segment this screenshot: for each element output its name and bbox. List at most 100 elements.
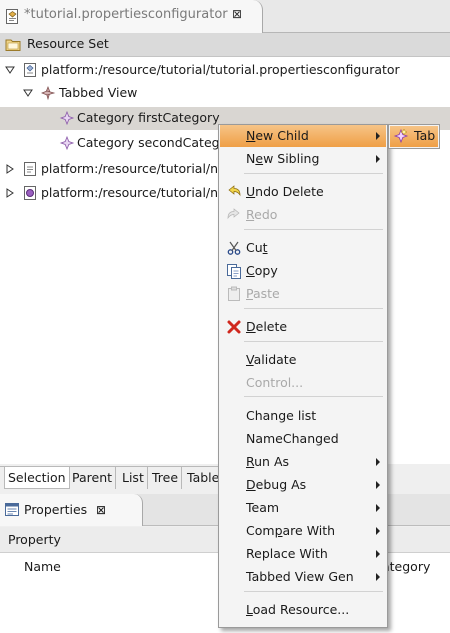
menu-separator <box>244 173 383 174</box>
menu-item-label: Paste <box>246 286 280 301</box>
cut-icon <box>226 240 242 256</box>
category-icon <box>59 110 75 126</box>
menu-item-label: Validate <box>246 352 297 367</box>
properties-tab[interactable]: Properties ⊠ <box>0 494 143 526</box>
property-value[interactable]: ategory <box>382 559 430 574</box>
property-name: Name <box>24 559 61 574</box>
menu-item-label: Undo Delete <box>246 184 324 199</box>
menu-item-label: Redo <box>246 207 278 222</box>
tab-list[interactable]: List <box>119 467 148 489</box>
new-child-submenu: Tab <box>388 124 440 149</box>
tree-row-label: Tabbed View <box>59 85 138 100</box>
menu-item-label: Compare With <box>246 523 336 538</box>
editor-tab-strip: *tutorial.propertiesconfigurator ⊠ <box>0 0 450 33</box>
tree-row-tabbed-view[interactable]: Tabbed View <box>0 82 450 105</box>
menu-item-label: Copy <box>246 263 278 278</box>
menu-item-new-child[interactable]: New Child <box>220 125 386 147</box>
submenu-arrow-icon <box>376 132 380 140</box>
expand-arrow-icon[interactable] <box>23 88 33 98</box>
tree-row-resource[interactable]: platform:/resource/tutorial/tutorial.pro… <box>0 59 450 82</box>
tree-row-label: Category secondCateg <box>77 135 220 150</box>
tabbed-view-icon <box>41 86 56 101</box>
menu-separator <box>244 396 383 397</box>
menu-item-label: Debug As <box>246 477 307 492</box>
menu-item-label: Cut <box>246 240 268 255</box>
menu-item-new-sibling[interactable]: New Sibling <box>220 148 386 170</box>
collapsed-arrow-icon[interactable] <box>5 164 15 174</box>
menu-separator <box>244 229 383 230</box>
menu-item-redo: Redo <box>220 204 386 226</box>
editor-page-tabs: Selection Parent List Tree Table <box>0 466 230 489</box>
close-icon[interactable]: ⊠ <box>94 503 108 517</box>
redo-icon <box>226 207 242 223</box>
tree-row-label: platform:/resource/tutorial/n <box>41 185 219 200</box>
menu-item-label: Team <box>246 500 280 515</box>
tab-parent[interactable]: Parent <box>69 467 117 489</box>
menu-item-compare-with[interactable]: Compare With <box>220 520 386 542</box>
submenu-arrow-icon <box>376 155 380 163</box>
submenu-arrow-icon <box>376 527 380 535</box>
tab-tree[interactable]: Tree <box>149 467 183 489</box>
menu-item-control: Control... <box>220 372 386 394</box>
configurator-file-icon <box>6 9 18 24</box>
delete-icon <box>226 319 242 335</box>
menu-item-paste: Paste <box>220 283 386 305</box>
category-icon <box>59 135 75 151</box>
menu-item-cut[interactable]: Cut <box>220 237 386 259</box>
undo-icon <box>226 184 242 200</box>
menu-separator <box>244 308 383 309</box>
property-column-label: Property <box>8 532 61 547</box>
tab-child-icon <box>393 128 409 144</box>
menu-item-change-list[interactable]: Change list <box>220 405 386 427</box>
menu-item-load-resource[interactable]: Load Resource... <box>220 599 386 621</box>
menu-item-label: Change list <box>246 408 317 423</box>
menu-item-label: Replace With <box>246 546 328 561</box>
menu-item-tabbed-view-gen[interactable]: Tabbed View Gen <box>220 566 386 588</box>
menu-item-label: Run As <box>246 454 290 469</box>
menu-item-label: NameChanged <box>246 431 339 446</box>
menu-item-debug-as[interactable]: Debug As <box>220 474 386 496</box>
ecore-file-icon <box>24 186 36 200</box>
paste-icon <box>226 286 242 302</box>
editor-tab[interactable]: *tutorial.propertiesconfigurator ⊠ <box>0 0 263 33</box>
resource-set-header: Resource Set <box>0 33 450 57</box>
menu-separator <box>244 591 383 592</box>
menu-separator <box>244 341 383 342</box>
properties-icon <box>5 503 19 516</box>
resource-file-icon <box>24 162 36 176</box>
menu-item-run-as[interactable]: Run As <box>220 451 386 473</box>
submenu-arrow-icon <box>376 481 380 489</box>
resource-set-label: Resource Set <box>27 36 109 51</box>
collapsed-arrow-icon[interactable] <box>5 188 15 198</box>
tab-selection[interactable]: Selection <box>4 467 70 489</box>
submenu-arrow-icon <box>376 550 380 558</box>
tree-row-label: platform:/resource/tutorial/n <box>41 161 219 176</box>
expand-arrow-icon[interactable] <box>5 65 15 75</box>
menu-item-validate[interactable]: Validate <box>220 349 386 371</box>
submenu-arrow-icon <box>376 573 380 581</box>
resource-file-icon <box>24 63 36 77</box>
menu-item-label: New Sibling <box>246 151 320 166</box>
menu-item-delete[interactable]: Delete <box>220 316 386 338</box>
context-menu: New Child New Sibling Undo Delete Redo Cut Co… <box>218 124 388 628</box>
menu-item-copy[interactable]: Copy <box>220 260 386 282</box>
tree-row-label: platform:/resource/tutorial/tutorial.pro… <box>41 62 400 77</box>
folder-icon <box>5 39 21 51</box>
tree-row-label: Category firstCategory <box>77 110 220 125</box>
menu-item-undo-delete[interactable]: Undo Delete <box>220 181 386 203</box>
submenu-arrow-icon <box>376 458 380 466</box>
submenu-arrow-icon <box>376 504 380 512</box>
menu-item-label: New Child <box>246 128 309 143</box>
menu-item-label: Control... <box>246 375 304 390</box>
menu-item-replace-with[interactable]: Replace With <box>220 543 386 565</box>
submenu-item-tab[interactable]: Tab <box>390 126 438 147</box>
menu-item-label: Tabbed View Gen <box>246 569 354 584</box>
menu-item-namechanged[interactable]: NameChanged <box>220 428 386 450</box>
close-icon[interactable]: ⊠ <box>230 7 244 21</box>
menu-item-label: Delete <box>246 319 288 334</box>
submenu-item-label: Tab <box>414 128 436 143</box>
menu-item-label: Load Resource... <box>246 602 350 617</box>
properties-tab-title: Properties <box>24 502 88 517</box>
menu-item-team[interactable]: Team <box>220 497 386 519</box>
copy-icon <box>226 263 242 279</box>
